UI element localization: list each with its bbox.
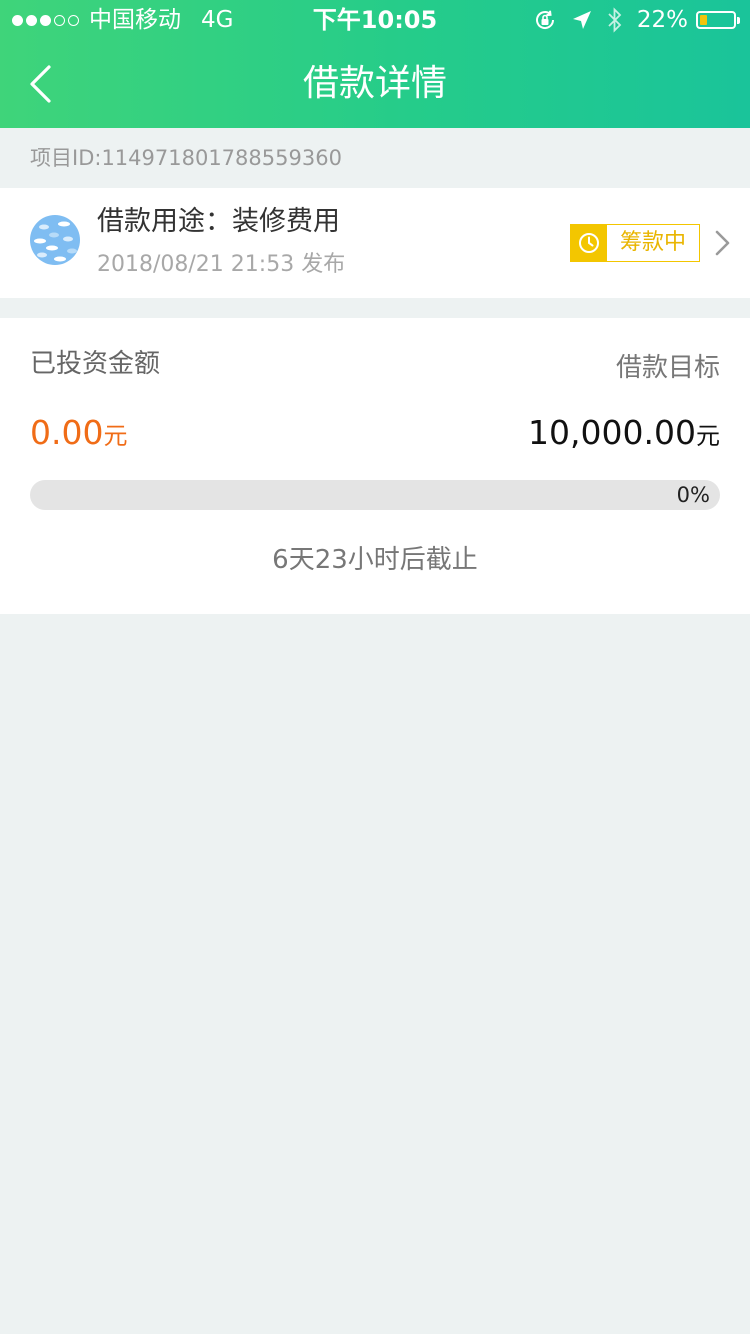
deadline-countdown: 6天23小时后截止 [272,545,478,575]
chevron-right-icon [715,230,730,256]
status-bar: 中国移动 4G 下午10:05 22% [0,0,750,40]
funding-progress-text: 0% [676,483,710,507]
publish-time: 2018/08/21 21:53 发布 [97,252,346,277]
nav-bar: 借款详情 [0,40,750,128]
funding-progress-bar: 0% [30,480,720,510]
status-badge: 筹款中 [570,224,700,262]
status-bar-right: 22% [533,0,740,40]
invested-amount-value: 0.00 [30,413,104,452]
battery-level [700,15,707,25]
loan-purpose: 借款用途：装修费用 [97,206,340,237]
loan-target-unit: 元 [696,422,720,450]
loan-target-label: 借款目标 [615,353,720,383]
header: 中国移动 4G 下午10:05 22% 借款详情 [0,0,750,128]
loan-summary-card[interactable]: 借款用途：装修费用 2018/08/21 21:53 发布 筹款中 [0,188,750,298]
invested-amount: 0.00元 [30,410,127,462]
battery-icon [696,11,740,29]
clock-icon [571,225,607,261]
battery-percent: 22% [636,7,688,33]
invested-amount-unit: 元 [103,422,128,450]
investment-card: 已投资金额 借款目标 0.00元 10,000.00元 0% 6天23小时后截止 [0,318,750,614]
battery-tip [737,17,740,24]
page-title: 借款详情 [302,63,447,104]
loan-target-value: 10,000.00 [528,413,696,452]
loan-detail-screen: 中国移动 4G 下午10:05 22% 借款详情 项目ID:1149718017… [0,0,750,1334]
loan-target-amount: 10,000.00元 [528,410,720,462]
bluetooth-icon [607,7,623,33]
invested-amount-label: 已投资金额 [30,349,161,379]
project-id: 项目ID:114971801788559360 [30,146,342,170]
location-arrow-icon [571,9,593,31]
orientation-lock-icon [533,8,557,32]
status-badge-label: 筹款中 [619,230,686,255]
avatar [30,215,80,265]
